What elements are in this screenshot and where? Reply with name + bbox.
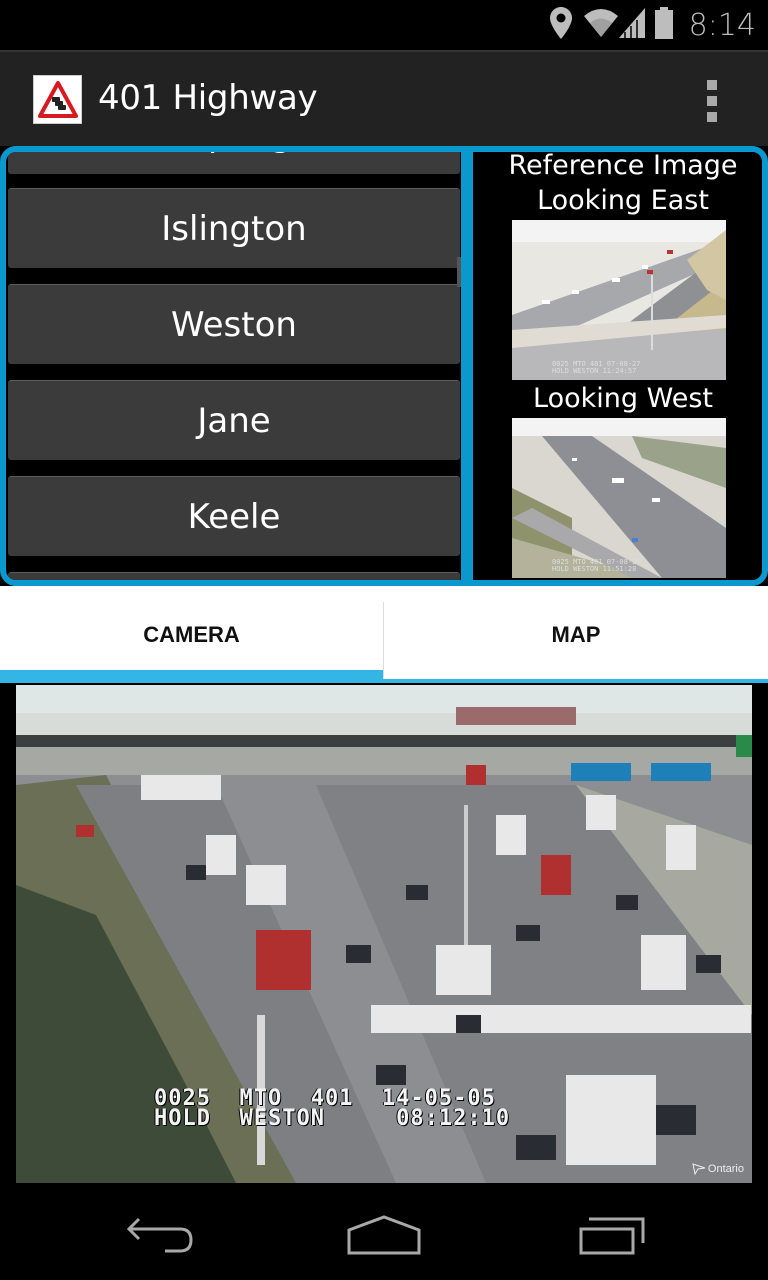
overflow-dot — [707, 96, 717, 106]
station-button-islington[interactable]: Islington — [8, 188, 460, 268]
tab-selected-indicator — [0, 670, 383, 683]
tab-map[interactable]: MAP — [384, 586, 768, 683]
overflow-dot — [707, 112, 717, 122]
station-button-kipling[interactable]: Kipling — [8, 152, 460, 174]
recent-apps-button[interactable] — [570, 1213, 650, 1257]
station-button-next[interactable] — [8, 572, 460, 580]
traffic-warning-sign-icon[interactable] — [33, 75, 82, 124]
ontario-watermark: Ontario — [692, 1163, 744, 1175]
location-icon — [549, 6, 573, 45]
reference-panel: Reference Image Looking East 0025 MTO 40… — [473, 152, 762, 580]
app-title: 401 Highway — [98, 78, 318, 118]
looking-west-label: Looking West — [533, 383, 713, 414]
reference-image-west: 0025 MTO 401 07-08-27 HOLD WESTON 11:51:… — [512, 418, 726, 578]
cell-signal-icon — [618, 7, 645, 43]
camera-image[interactable]: 0025 MTO 401 14-05-05 HOLD WESTON 08:12:… — [16, 685, 752, 1183]
reference-heading: Reference Image — [508, 150, 738, 181]
camera-osd-line2: HOLD WESTON 08:12:10 — [154, 1106, 511, 1131]
content-panel: Kipling Islington Weston Jane Keele Refe… — [0, 146, 768, 586]
tab-bar: CAMERA MAP — [0, 586, 768, 683]
station-button-jane[interactable]: Jane — [8, 380, 460, 460]
battery-icon — [654, 6, 673, 44]
home-icon — [347, 1215, 421, 1255]
station-list[interactable]: Kipling Islington Weston Jane Keele — [8, 152, 463, 580]
station-button-weston[interactable]: Weston — [8, 284, 460, 364]
trillium-icon — [692, 1163, 706, 1175]
station-button-keele[interactable]: Keele — [8, 476, 460, 556]
status-bar: 8:14 — [0, 0, 768, 50]
panel-divider — [461, 152, 473, 580]
overflow-menu-icon — [707, 80, 717, 90]
looking-east-label: Looking East — [537, 185, 709, 216]
watermark-text: Ontario — [707, 1163, 744, 1175]
camera-view: 0025 MTO 401 14-05-05 HOLD WESTON 08:12:… — [0, 683, 768, 1185]
reference-image-east: 0025 MTO 401 07-08-27 HOLD WESTON 11:24:… — [512, 220, 726, 380]
home-button[interactable] — [344, 1213, 424, 1257]
status-time: 8:14 — [688, 7, 756, 43]
tab-camera[interactable]: CAMERA — [0, 586, 383, 683]
back-button[interactable] — [120, 1213, 200, 1257]
back-icon — [126, 1217, 193, 1253]
svg-text:HOLD WESTON 11:24:57: HOLD WESTON 11:24:57 — [552, 367, 636, 375]
action-bar: 401 Highway — [0, 50, 768, 146]
overflow-menu-button[interactable] — [696, 78, 728, 124]
recent-apps-icon — [579, 1217, 645, 1255]
navigation-bar — [0, 1185, 768, 1280]
wifi-icon — [583, 8, 619, 43]
svg-text:HOLD WESTON 11:51:28: HOLD WESTON 11:51:28 — [552, 565, 636, 573]
